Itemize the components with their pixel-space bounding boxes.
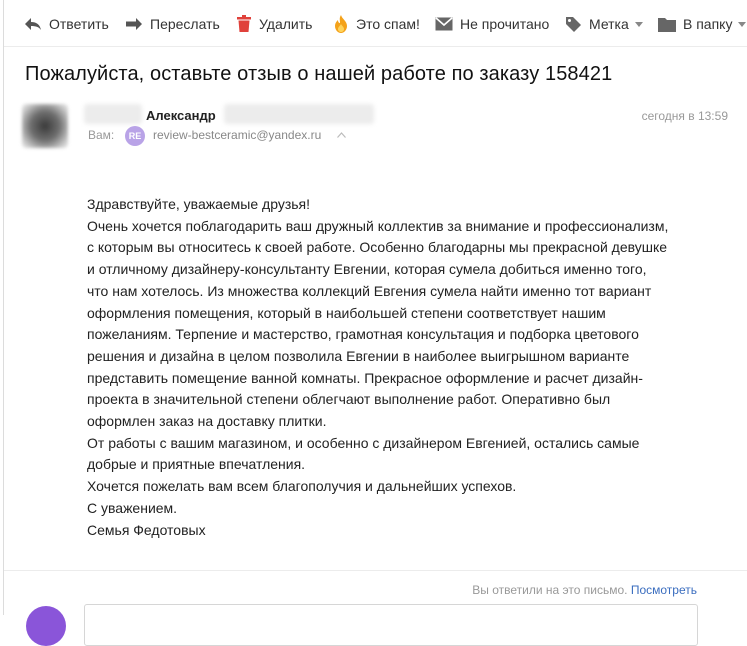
unread-label: Не прочитано xyxy=(460,16,550,32)
move-to-folder-dropdown[interactable]: В папку xyxy=(658,13,747,35)
forward-button[interactable]: Переслать xyxy=(125,13,220,35)
body-line: От работы с вашим магазином, и особенно … xyxy=(87,434,640,451)
message-date: сегодня в 13:59 xyxy=(641,109,728,123)
replied-notice: Вы ответили на это письмо. Посмотреть xyxy=(472,583,697,597)
folder-label: В папку xyxy=(683,16,733,32)
recipient-avatar: RE xyxy=(125,126,145,146)
replied-text: Вы ответили на это письмо. xyxy=(472,583,628,597)
reply-icon xyxy=(25,18,41,30)
spam-button[interactable]: Это спам! xyxy=(333,13,420,35)
forward-icon xyxy=(126,18,142,30)
body-line: Здравствуйте, уважаемые друзья! xyxy=(87,196,311,212)
body-line: проекта в значительной степени облегчают… xyxy=(87,391,611,408)
chevron-up-icon[interactable] xyxy=(337,132,346,138)
spam-label: Это спам! xyxy=(356,16,420,32)
envelope-icon xyxy=(435,17,453,31)
body-line: с которым вы относитесь к своей работе. … xyxy=(87,239,668,256)
redacted-name-part xyxy=(84,104,142,124)
user-avatar xyxy=(26,606,66,646)
label-label: Метка xyxy=(589,16,629,32)
body-line: и отличному дизайнеру-консультанту Евген… xyxy=(87,261,647,278)
body-line: оформления помещения, который в наибольш… xyxy=(87,304,606,321)
body-line: Хочется пожелать вам всем благополучия и… xyxy=(87,478,517,495)
quick-reply-input[interactable] xyxy=(84,604,698,646)
body-line: добрые и приятные впечатления. xyxy=(87,456,306,473)
message-body: Здравствуйте, уважаемые друзья! Очень хо… xyxy=(87,194,727,541)
body-line: решения и дизайна в целом позволила Евге… xyxy=(87,347,630,364)
trash-icon xyxy=(237,15,251,32)
body-line: С уважением. xyxy=(87,499,178,516)
flame-icon xyxy=(335,15,347,33)
body-line: оформлен заказ на доставку плитки. xyxy=(87,413,327,430)
sender-avatar xyxy=(22,104,68,148)
body-line: что нам хотелось. Из множества коллекций… xyxy=(87,282,652,299)
view-reply-link[interactable]: Посмотреть xyxy=(631,583,697,597)
footer-divider xyxy=(4,570,747,571)
mark-unread-button[interactable]: Не прочитано xyxy=(435,13,549,35)
recipient-email[interactable]: review-bestceramic@yandex.ru xyxy=(153,128,321,142)
chevron-down-icon xyxy=(738,21,747,27)
redacted-email-part xyxy=(224,104,374,124)
reply-button[interactable]: Ответить xyxy=(24,13,109,35)
recipient-label: Вам: xyxy=(88,128,115,142)
body-line: пожеланиям. Терпение и мастерство, грамо… xyxy=(87,326,639,343)
chevron-down-icon xyxy=(634,21,643,27)
body-line: Семья Федотовых xyxy=(87,521,206,538)
delete-button[interactable]: Удалить xyxy=(236,13,312,35)
mail-viewer: Ответить Переслать Удалить Это спам! Не … xyxy=(3,0,747,646)
message-subject: Пожалуйста, оставьте отзыв о нашей работ… xyxy=(25,63,613,85)
body-line: Очень хочется поблагодарить ваш дружный … xyxy=(87,217,669,234)
message-toolbar: Ответить Переслать Удалить Это спам! Не … xyxy=(4,0,747,47)
delete-label: Удалить xyxy=(259,16,313,32)
folder-icon xyxy=(658,17,676,32)
reply-label: Ответить xyxy=(49,16,109,32)
tag-icon xyxy=(566,16,581,32)
body-line: представить помещение ванной комнаты. Пр… xyxy=(87,369,643,386)
label-dropdown[interactable]: Метка xyxy=(565,13,643,35)
sender-name[interactable]: Александр xyxy=(146,108,216,123)
forward-label: Переслать xyxy=(150,16,220,32)
